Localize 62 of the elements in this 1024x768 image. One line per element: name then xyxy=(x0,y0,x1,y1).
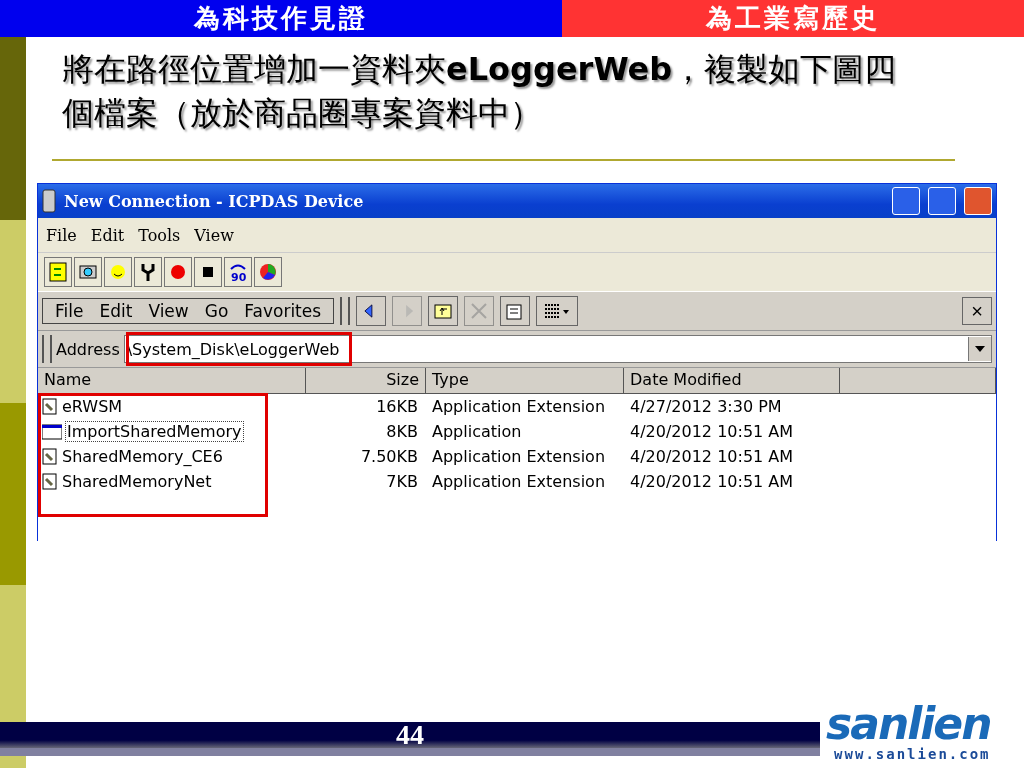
refresh-icon xyxy=(48,261,68,283)
toolbar-button[interactable] xyxy=(356,296,387,326)
menu-item[interactable]: File xyxy=(46,225,77,245)
file-date: 4/20/2012 10:51 AM xyxy=(629,422,795,441)
caret-icon xyxy=(975,346,985,352)
menu-item[interactable]: Tools xyxy=(138,225,181,245)
website-url: www.sanlien.com xyxy=(834,746,991,762)
file-type: Application Extension xyxy=(431,472,607,491)
toolbar-button[interactable] xyxy=(536,296,579,326)
toolbar-button[interactable] xyxy=(254,257,282,287)
menu-item[interactable]: View xyxy=(194,225,234,245)
file-size: 8KB xyxy=(385,422,419,441)
file-date: 4/20/2012 10:51 AM xyxy=(629,472,795,491)
file-icon xyxy=(42,398,57,415)
toolbar-button[interactable] xyxy=(74,257,102,287)
file-date: 4/20/2012 10:51 AM xyxy=(629,447,795,466)
menu-item[interactable]: Edit xyxy=(90,225,125,245)
file-date: 4/27/2012 3:30 PM xyxy=(629,397,783,416)
menu-item[interactable]: Favorites xyxy=(236,301,330,321)
file-name[interactable]: SharedMemory_CE6 xyxy=(60,446,225,467)
file-name[interactable]: SharedMemoryNet xyxy=(60,471,214,492)
header-slogan: 為工業寫歷史 xyxy=(562,0,1024,37)
column-header[interactable]: Date Modified xyxy=(624,368,840,394)
pie-chart-icon xyxy=(258,261,278,283)
column-header[interactable]: Name xyxy=(38,368,306,394)
close-button[interactable]: × xyxy=(962,297,992,325)
application-window-icon xyxy=(42,423,62,440)
close-button[interactable] xyxy=(964,187,992,215)
file-size: 16KB xyxy=(375,397,419,416)
menu-item[interactable]: Edit xyxy=(91,301,141,321)
header-slogan: 為科技作見證 xyxy=(0,0,562,37)
slide-title: 將在路徑位置增加一資料夾eLoggerWeb，複製如下圖四個檔案（放於商品圈專案資料中） xyxy=(62,49,898,134)
menu-item[interactable]: File xyxy=(47,301,92,321)
file-icon xyxy=(42,473,57,490)
address-field[interactable]: \System_Disk\eLoggerWeb xyxy=(123,335,992,363)
device-icon xyxy=(42,189,56,213)
file-size: 7KB xyxy=(385,472,419,491)
company-logo: sanlien xyxy=(826,702,991,746)
column-header[interactable]: Type xyxy=(426,368,624,394)
toolbar-grip[interactable] xyxy=(340,297,351,325)
file-type: Application xyxy=(431,422,523,441)
file-name[interactable]: ImportSharedMemory xyxy=(65,421,244,442)
dropdown-button[interactable] xyxy=(968,337,991,361)
file-type: Application Extension xyxy=(431,397,607,416)
file-type: Application Extension xyxy=(431,447,607,466)
maximize-button[interactable] xyxy=(928,187,956,215)
delete-icon xyxy=(469,301,490,321)
menu-item[interactable]: Go xyxy=(196,301,237,321)
address-label: Address xyxy=(56,339,120,359)
list-view-icon xyxy=(543,301,572,321)
file-icon xyxy=(42,448,57,465)
file-size: 7.50KB xyxy=(359,447,419,466)
window-title: New Connection - ICPDAS Device xyxy=(64,191,365,211)
minimize-button[interactable] xyxy=(892,187,920,215)
menu-item[interactable]: View xyxy=(140,301,197,321)
toolbar-grip[interactable] xyxy=(42,335,52,363)
column-header[interactable]: Size xyxy=(306,368,426,394)
toolbar-button[interactable] xyxy=(194,257,222,287)
folder-up-icon xyxy=(433,301,454,321)
toolbar-button[interactable] xyxy=(134,257,162,287)
file-name[interactable]: eRWSM xyxy=(60,396,125,417)
page-number: 44 xyxy=(396,719,424,751)
